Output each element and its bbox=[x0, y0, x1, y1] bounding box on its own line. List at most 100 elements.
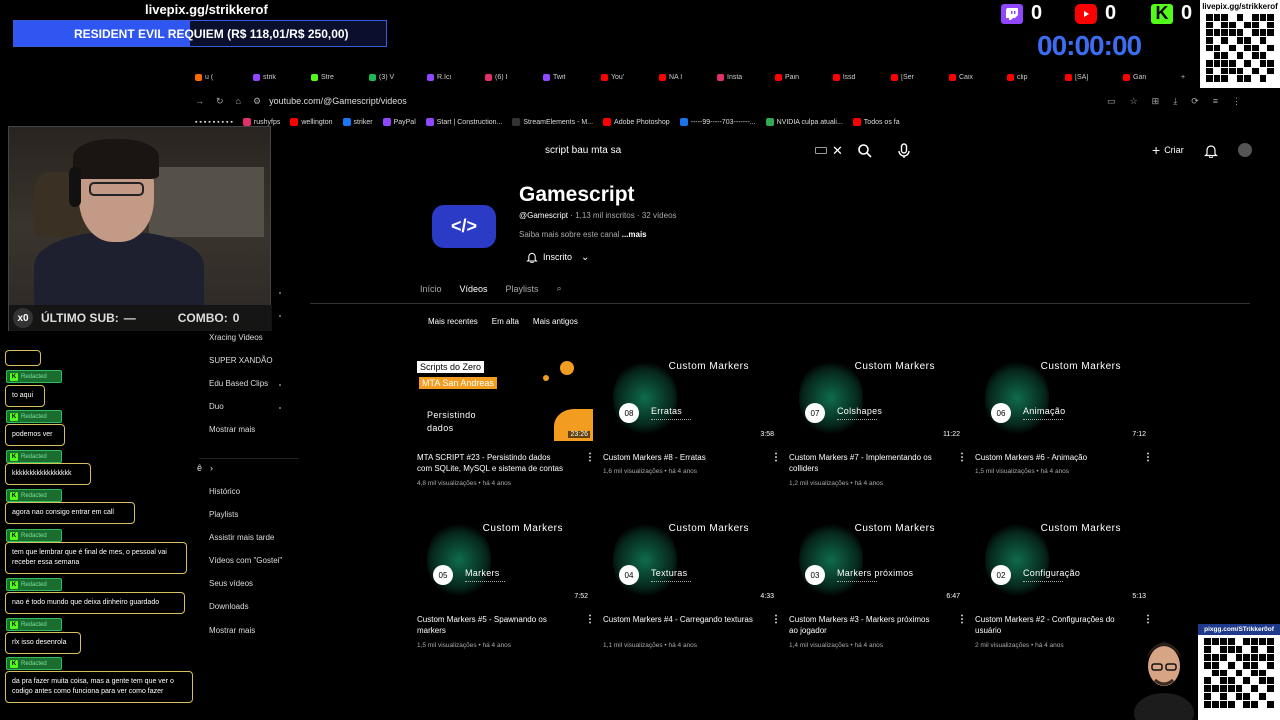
video-title[interactable]: Custom Markers #5 - Spawnando os markers bbox=[417, 614, 567, 636]
browser-tab[interactable]: u ( bbox=[195, 73, 249, 81]
episode-number: 06 bbox=[991, 403, 1011, 423]
reload-icon[interactable]: ↻ bbox=[216, 96, 224, 107]
channel-avatar[interactable]: </> bbox=[432, 205, 496, 248]
search-input[interactable]: script bau mta sa bbox=[545, 145, 621, 156]
browser-tab[interactable]: You' bbox=[601, 73, 655, 81]
bookmark-item[interactable]: Start | Construction... bbox=[425, 118, 502, 126]
you-section-header[interactable]: ê › bbox=[197, 463, 213, 473]
tab-favicon-icon bbox=[1123, 73, 1130, 81]
channel-tabs: Início Vídeos Playlists ⌕ bbox=[420, 283, 562, 294]
create-button[interactable]: + Criar bbox=[1152, 142, 1184, 158]
sidebar-item[interactable]: Playlists bbox=[209, 510, 238, 519]
browser-tab[interactable]: Caix bbox=[949, 73, 1003, 81]
bookmark-item[interactable]: NVIDIA culpa atuali... bbox=[765, 118, 843, 126]
combo-label: COMBO: bbox=[177, 311, 228, 325]
channel-about-link[interactable]: Saiba mais sobre este canal ...mais bbox=[519, 230, 647, 239]
site-info-icon[interactable]: ⚙ bbox=[253, 96, 261, 107]
browser-tab[interactable]: Twit bbox=[543, 73, 597, 81]
sort-chip[interactable]: Em alta bbox=[492, 317, 519, 326]
tab-playlists[interactable]: Playlists bbox=[506, 284, 539, 294]
bookmark-item[interactable]: StreamElements - M... bbox=[512, 118, 593, 126]
sidebar-item[interactable]: Assistir mais tarde bbox=[209, 533, 274, 542]
bookmark-item[interactable]: rushyfps bbox=[242, 118, 280, 126]
video-title[interactable]: Custom Markers #7 - Implementando os col… bbox=[789, 452, 939, 474]
video-title[interactable]: Custom Markers #8 - Erratas bbox=[603, 452, 753, 463]
browser-tab[interactable]: [SA] bbox=[1065, 73, 1119, 81]
bookmark-item[interactable]: Todos os fa bbox=[852, 118, 900, 126]
browser-tab[interactable]: Insta bbox=[717, 73, 771, 81]
bookmark-item[interactable]: PayPal bbox=[382, 118, 416, 126]
video-thumbnail[interactable]: Scripts do Zero MTA San Andreas Persistind… bbox=[417, 355, 593, 441]
keyboard-icon[interactable] bbox=[815, 147, 827, 154]
more-options-icon[interactable]: ⋮ bbox=[585, 614, 595, 625]
new-tab-icon[interactable]: + bbox=[1181, 74, 1185, 81]
notifications-bell-icon[interactable] bbox=[1204, 143, 1218, 159]
browser-tab[interactable]: lssd bbox=[833, 73, 887, 81]
browser-tab[interactable]: Gan bbox=[1123, 73, 1177, 81]
sidebar-item[interactable]: Xracing Videos bbox=[209, 333, 263, 342]
bookmark-item[interactable]: -----99-----703-------... bbox=[679, 118, 756, 126]
video-title[interactable]: MTA SCRIPT #23 - Persistindo dados com S… bbox=[417, 452, 567, 474]
tab-início[interactable]: Início bbox=[420, 284, 442, 294]
bookmark-item[interactable]: striker bbox=[342, 118, 373, 126]
kick-badge-icon: K bbox=[10, 412, 18, 421]
live-dot-icon bbox=[279, 315, 281, 317]
video-thumbnail[interactable]: Custom Markers 02 Configuração 5:13 bbox=[975, 517, 1151, 603]
thumbnail-title: Custom Markers bbox=[482, 523, 563, 534]
bookmark-item[interactable]: Adobe Photoshop bbox=[603, 118, 670, 126]
video-thumbnail[interactable]: Custom Markers 04 Texturas 4:33 bbox=[603, 517, 779, 603]
browser-tab[interactable]: [Ser bbox=[891, 73, 945, 81]
sidebar-item[interactable]: Duo bbox=[209, 402, 224, 411]
sidebar-item[interactable]: Seus vídeos bbox=[209, 579, 253, 588]
more-options-icon[interactable]: ⋮ bbox=[957, 614, 967, 625]
channel-search-icon[interactable]: ⌕ bbox=[557, 283, 562, 294]
bookmark-item[interactable]: wellington bbox=[290, 118, 333, 126]
sidebar-item[interactable]: Vídeos com "Gostei" bbox=[209, 556, 282, 565]
browser-tab[interactable]: strik bbox=[253, 73, 307, 81]
url-input[interactable]: youtube.com/@Gamescript/videos bbox=[269, 96, 407, 106]
video-thumbnail[interactable]: Custom Markers 05 Markers 7:52 bbox=[417, 517, 593, 603]
search-icon[interactable] bbox=[857, 143, 873, 159]
home-icon[interactable]: ⌂ bbox=[236, 96, 241, 106]
browser-tab[interactable]: (3) V bbox=[369, 73, 423, 81]
browser-tab[interactable]: NA I bbox=[659, 73, 713, 81]
video-title[interactable]: Custom Markers #3 - Markers próximos ao … bbox=[789, 614, 939, 636]
sidebar-item[interactable]: Downloads bbox=[209, 602, 249, 611]
clear-search-icon[interactable]: ✕ bbox=[832, 143, 843, 159]
more-options-icon[interactable]: ⋮ bbox=[1143, 614, 1153, 625]
account-avatar[interactable] bbox=[1238, 143, 1252, 157]
bell-icon bbox=[526, 252, 538, 263]
sidebar-item[interactable]: Edu Based Clips bbox=[209, 379, 268, 388]
video-thumbnail[interactable]: Custom Markers 06 Animação 7:12 bbox=[975, 355, 1151, 441]
browser-tab[interactable]: Pain bbox=[775, 73, 829, 81]
browser-tab[interactable]: Stre bbox=[311, 73, 365, 81]
youtube-counter: 0 bbox=[1075, 2, 1116, 25]
video-title[interactable]: Custom Markers #2 - Configurações do usu… bbox=[975, 614, 1125, 636]
more-options-icon[interactable]: ⋮ bbox=[957, 452, 967, 463]
sidebar-item[interactable]: Mostrar mais bbox=[209, 626, 255, 635]
browser-tab[interactable]: R.Ici bbox=[427, 73, 481, 81]
video-thumbnail[interactable]: Custom Markers 03 Markers próximos 6:47 bbox=[789, 517, 965, 603]
video-title[interactable]: Custom Markers #4 - Carregando texturas bbox=[603, 614, 753, 625]
browser-tab[interactable]: (6) I bbox=[485, 73, 539, 81]
create-label: Criar bbox=[1164, 145, 1184, 155]
browser-tab[interactable]: clip bbox=[1007, 73, 1061, 81]
sort-chip[interactable]: Mais antigos bbox=[533, 317, 578, 326]
sort-chip[interactable]: Mais recentes bbox=[428, 317, 478, 326]
sidebar-item[interactable]: Mostrar mais bbox=[209, 425, 255, 434]
more-options-icon[interactable]: ⋮ bbox=[585, 452, 595, 463]
video-thumbnail[interactable]: Custom Markers 07 Colshapes 11:22 bbox=[789, 355, 965, 441]
video-title[interactable]: Custom Markers #6 - Animação bbox=[975, 452, 1125, 463]
tab-vídeos[interactable]: Vídeos bbox=[460, 284, 488, 294]
microphone-icon[interactable] bbox=[897, 143, 911, 159]
video-thumbnail[interactable]: Custom Markers 08 Erratas 3:58 bbox=[603, 355, 779, 441]
browser-actions-icon[interactable]: ▭☆⊞⤓⟳≡⋮ bbox=[1107, 96, 1255, 107]
more-options-icon[interactable]: ⋮ bbox=[1143, 452, 1153, 463]
more-options-icon[interactable]: ⋮ bbox=[771, 614, 781, 625]
subscribed-button[interactable]: Inscrito ⌄ bbox=[526, 251, 589, 263]
sidebar-item[interactable]: Histórico bbox=[209, 487, 240, 496]
forward-icon[interactable]: → bbox=[195, 96, 204, 106]
sidebar-item[interactable]: SUPER XANDÃO bbox=[209, 356, 273, 365]
bookmark-icons: ▪ ▪ ▪ ▪ ▪ ▪ ▪ ▪ ▪ bbox=[195, 118, 233, 126]
more-options-icon[interactable]: ⋮ bbox=[771, 452, 781, 463]
